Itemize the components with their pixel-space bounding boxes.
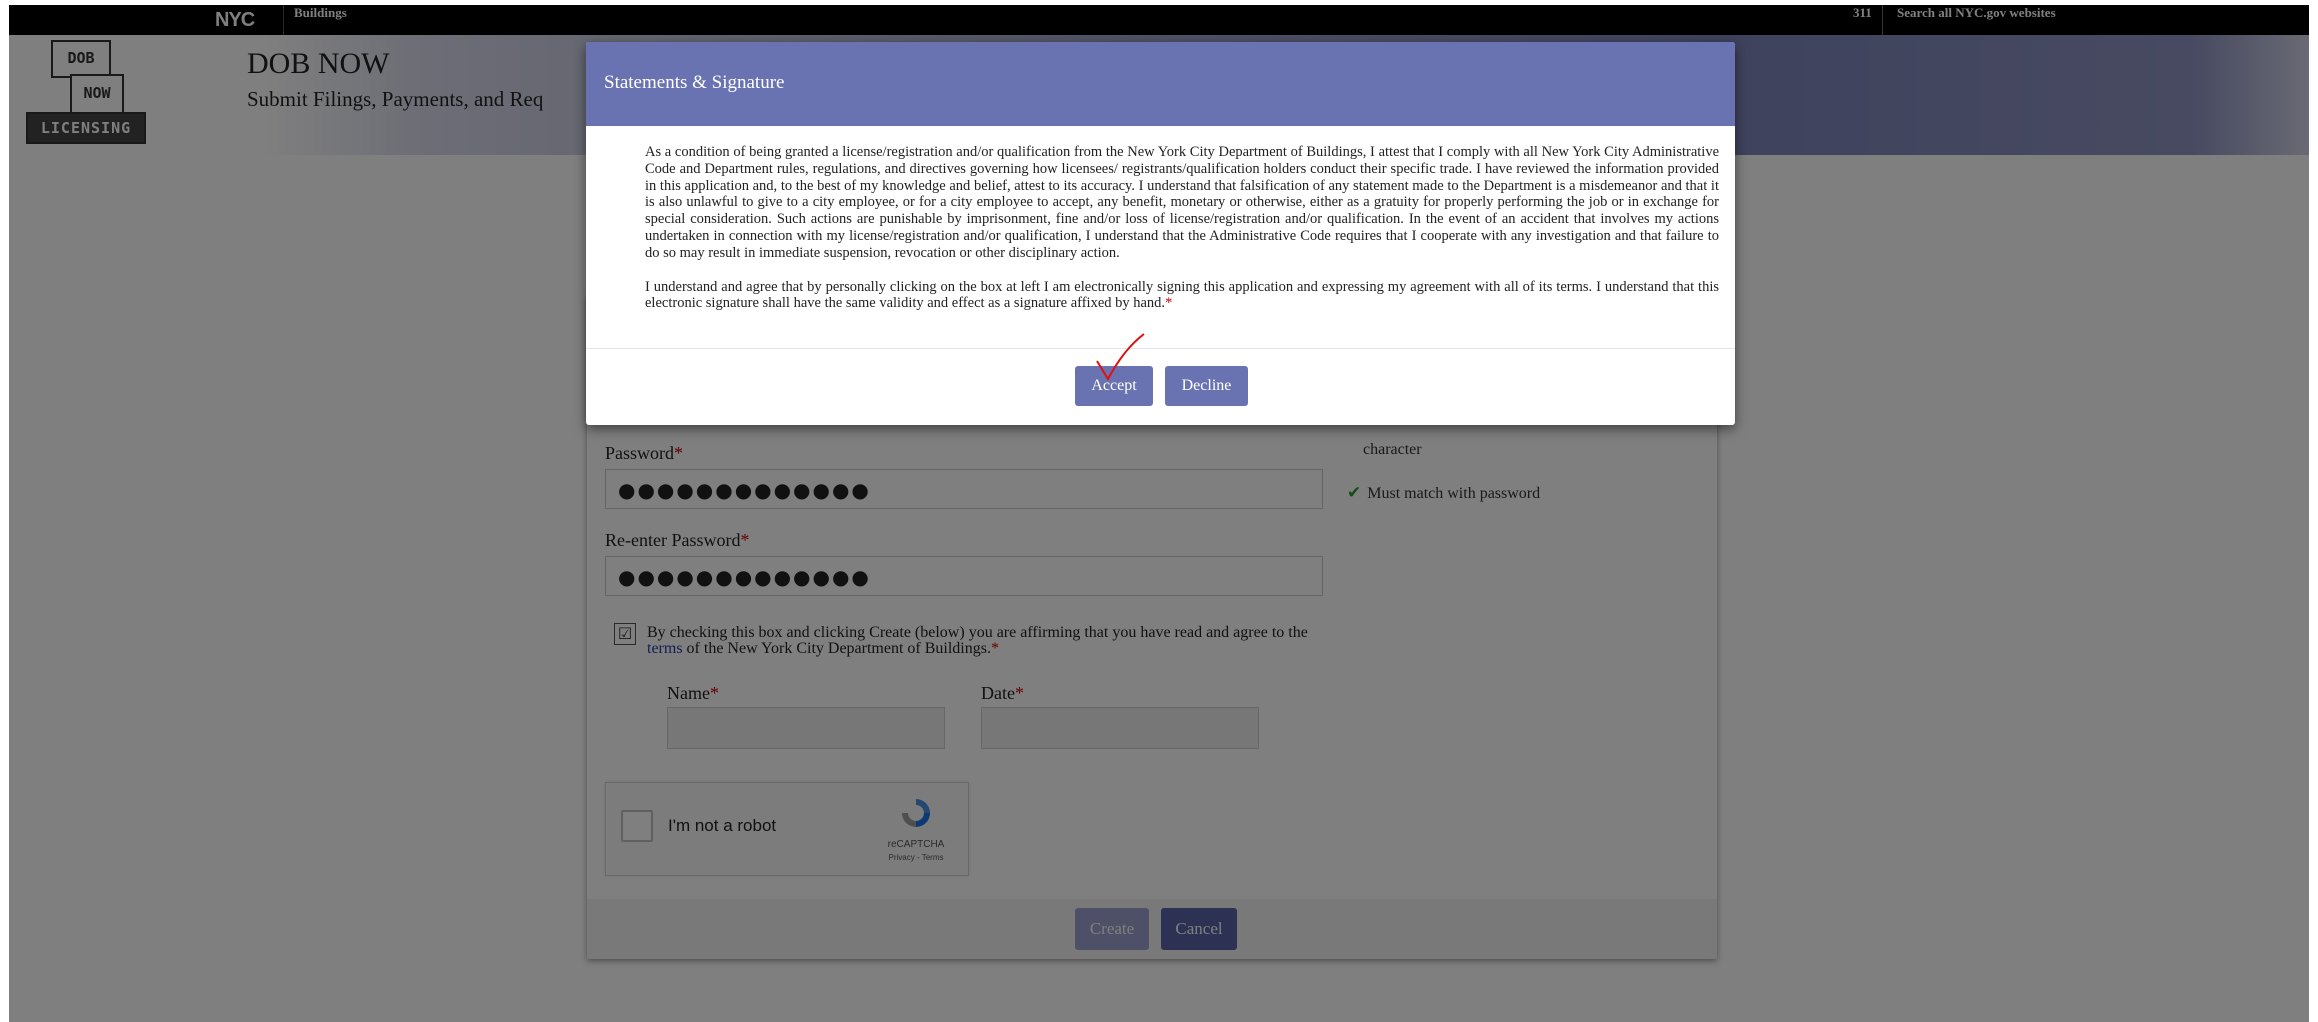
dialog-body: As a condition of being granted a licens… (645, 144, 1719, 329)
dialog-title: Statements & Signature (604, 72, 785, 93)
app-window: NYC Buildings 311 Search all NYC.gov web… (9, 5, 2309, 1022)
attestation-statement: As a condition of being granted a licens… (645, 144, 1719, 261)
dialog-header: Statements & Signature (586, 42, 1735, 126)
signature-statement: I understand and agree that by personall… (645, 278, 1719, 312)
red-checkmark-annotation (1096, 333, 1145, 382)
